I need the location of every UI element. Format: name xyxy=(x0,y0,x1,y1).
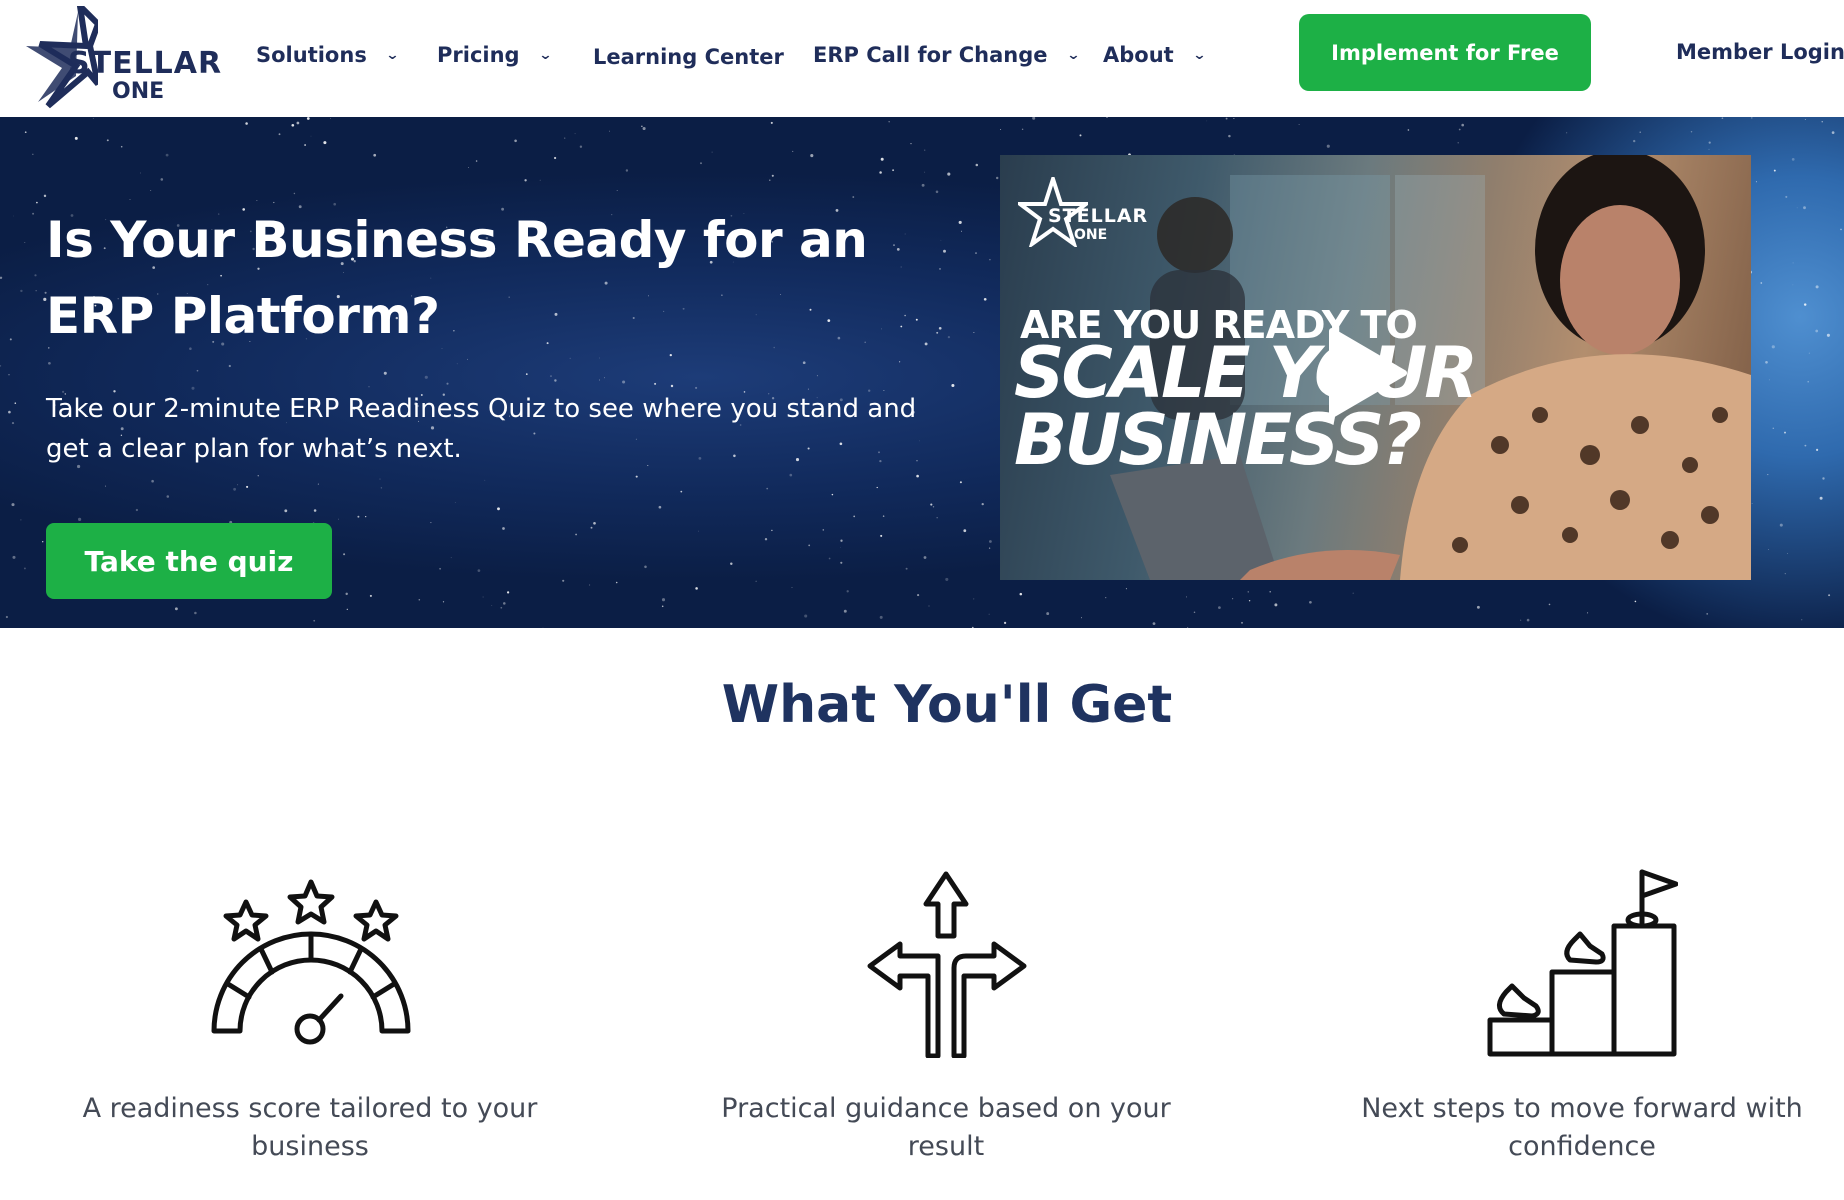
hero-section: Is Your Business Ready for an ERP Platfo… xyxy=(0,117,1844,628)
stellar-one-logo[interactable]: STELLAR ONE xyxy=(18,6,221,110)
nav-label: About xyxy=(1103,43,1174,67)
logo-text-bottom: ONE xyxy=(112,79,165,104)
hero-title: Is Your Business Ready for an ERP Platfo… xyxy=(46,211,868,345)
site-header: STELLAR ONE Solutions ⌄ Pricing ⌄ Learni… xyxy=(0,0,1844,117)
feature-readiness-score: A readiness score tailored to your busin… xyxy=(82,1093,538,1162)
features-title: What You'll Get xyxy=(721,675,1173,735)
chevron-down-icon: ⌄ xyxy=(1065,47,1081,63)
video-logo-bottom: ONE xyxy=(1074,227,1108,243)
implement-for-free-button[interactable]: Implement for Free xyxy=(1299,14,1591,91)
promo-video[interactable]: STELLAR ONE ARE YOU READY TO SCALE YOUR … xyxy=(1000,155,1751,580)
nav-solutions[interactable]: Solutions ⌄ xyxy=(256,40,400,70)
play-icon[interactable] xyxy=(1328,327,1408,419)
nav-label: ERP Call for Change xyxy=(813,43,1048,67)
stairs-flag-icon xyxy=(1487,869,1678,1057)
nav-pricing[interactable]: Pricing ⌄ xyxy=(437,40,553,70)
video-logo-top: STELLAR xyxy=(1048,205,1149,227)
nav-label: Learning Center xyxy=(593,45,784,69)
chevron-down-icon: ⌄ xyxy=(1192,47,1207,63)
hero-subtitle: Take our 2-minute ERP Readiness Quiz to … xyxy=(46,394,917,464)
nav-label: Solutions xyxy=(256,43,367,67)
direction-arrows-icon xyxy=(867,871,1027,1058)
member-login-link[interactable]: Member Login xyxy=(1676,40,1844,64)
nav-about[interactable]: About ⌄ xyxy=(1103,40,1207,70)
nav-learning-center[interactable]: Learning Center xyxy=(593,42,784,72)
logo-text-top: STELLAR xyxy=(68,46,223,81)
nav-erp-call-for-change[interactable]: ERP Call for Change ⌄ xyxy=(813,40,1081,70)
feature-next-steps: Next steps to move forward with confiden… xyxy=(1361,1093,1803,1162)
speedometer-stars-icon xyxy=(211,879,411,1045)
nav-label: Pricing xyxy=(437,43,520,67)
feature-practical-guidance: Practical guidance based on your result xyxy=(721,1093,1171,1162)
chevron-down-icon: ⌄ xyxy=(385,47,400,63)
chevron-down-icon: ⌄ xyxy=(537,47,553,63)
take-quiz-button[interactable]: Take the quiz xyxy=(46,523,332,599)
